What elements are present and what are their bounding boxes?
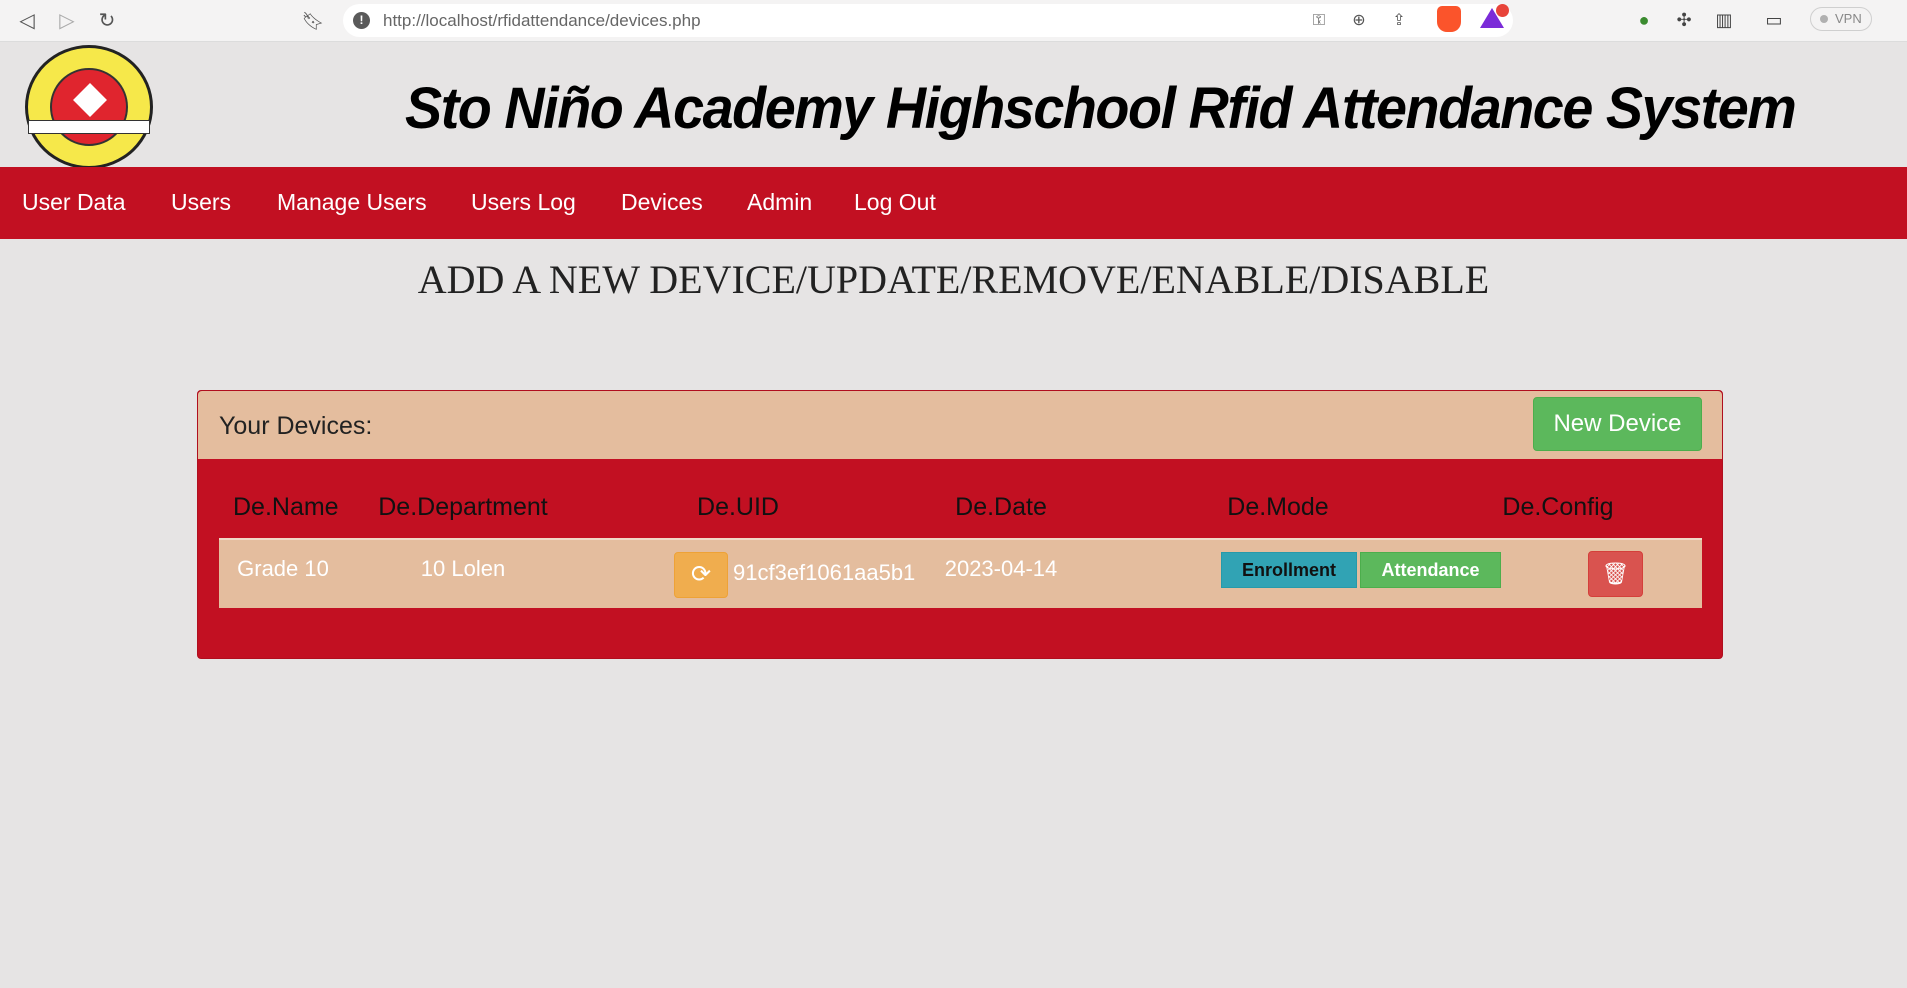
device-uid: 91cf3ef1061aa5b1 (733, 560, 916, 585)
reload-icon[interactable]: ↻ (94, 8, 120, 34)
devices-panel-title: Your Devices: (219, 412, 373, 440)
rewards-badge (1496, 4, 1509, 17)
column-header-mode: De.Mode (1227, 493, 1329, 521)
share-icon[interactable]: ⇪ (1388, 10, 1410, 32)
devices-panel: Your Devices: New Device De.Name De.Depa… (197, 390, 1723, 659)
refresh-uid-button[interactable]: ⟳ (674, 552, 728, 598)
wallet-icon[interactable]: ▭ (1762, 8, 1786, 32)
brave-shields-icon[interactable] (1437, 6, 1461, 32)
school-logo (25, 45, 153, 169)
nav-log-out[interactable]: Log Out (854, 189, 936, 216)
page-title: ADD A NEW DEVICE/UPDATE/REMOVE/ENABLE/DI… (417, 257, 1490, 302)
sidebar-icon[interactable]: ▥ (1712, 8, 1736, 32)
nav-manage-users[interactable]: Manage Users (277, 189, 427, 216)
site-title: Sto Niño Academy Highschool Rfid Attenda… (405, 76, 1797, 141)
attendance-mode-button[interactable]: Attendance (1360, 552, 1501, 588)
column-header-department: De.Department (378, 493, 548, 521)
address-bar[interactable]: ! http://localhost/rfidattendance/device… (343, 4, 1513, 37)
enrollment-mode-button[interactable]: Enrollment (1221, 552, 1357, 588)
globe-extension-icon[interactable]: ● (1632, 8, 1656, 32)
new-device-button[interactable]: New Device (1533, 397, 1702, 451)
delete-device-button[interactable]: 🗑︎ (1588, 551, 1643, 597)
nav-users[interactable]: Users (171, 189, 231, 216)
browser-toolbar: ◁ ▷ ↻ 🔖︎ ! http://localhost/rfidattendan… (0, 0, 1907, 42)
top-navigation: User Data Users Manage Users Users Log D… (0, 167, 1907, 239)
table-row: Grade 10 10 Lolen ⟳ 91cf3ef1061aa5b1 202… (219, 538, 1702, 608)
key-icon[interactable]: ⚿ (1308, 10, 1330, 32)
column-header-config: De.Config (1502, 493, 1614, 521)
refresh-icon: ⟳ (690, 561, 712, 588)
column-header-uid: De.UID (697, 493, 779, 521)
nav-devices[interactable]: Devices (621, 189, 703, 216)
column-header-date: De.Date (955, 493, 1047, 521)
nav-user-data[interactable]: User Data (22, 189, 126, 216)
zoom-icon[interactable]: ⊕ (1348, 10, 1370, 32)
bookmark-icon[interactable]: 🔖︎ (300, 8, 326, 34)
device-date: 2023-04-14 (944, 556, 1058, 581)
nav-admin[interactable]: Admin (747, 189, 812, 216)
device-name: Grade 10 (237, 556, 329, 581)
address-url[interactable]: http://localhost/rfidattendance/devices.… (383, 11, 701, 31)
device-department: 10 Lolen (420, 556, 506, 581)
devices-panel-header: Your Devices: New Device (198, 391, 1722, 459)
trash-icon: 🗑︎ (1601, 561, 1630, 586)
column-header-name: De.Name (233, 493, 339, 521)
vpn-button[interactable]: VPN (1810, 7, 1872, 31)
site-info-icon[interactable]: ! (353, 12, 370, 29)
forward-icon[interactable]: ▷ (54, 8, 80, 34)
extensions-icon[interactable]: ✣ (1672, 8, 1696, 32)
back-icon[interactable]: ◁ (14, 8, 40, 34)
nav-users-log[interactable]: Users Log (471, 189, 576, 216)
